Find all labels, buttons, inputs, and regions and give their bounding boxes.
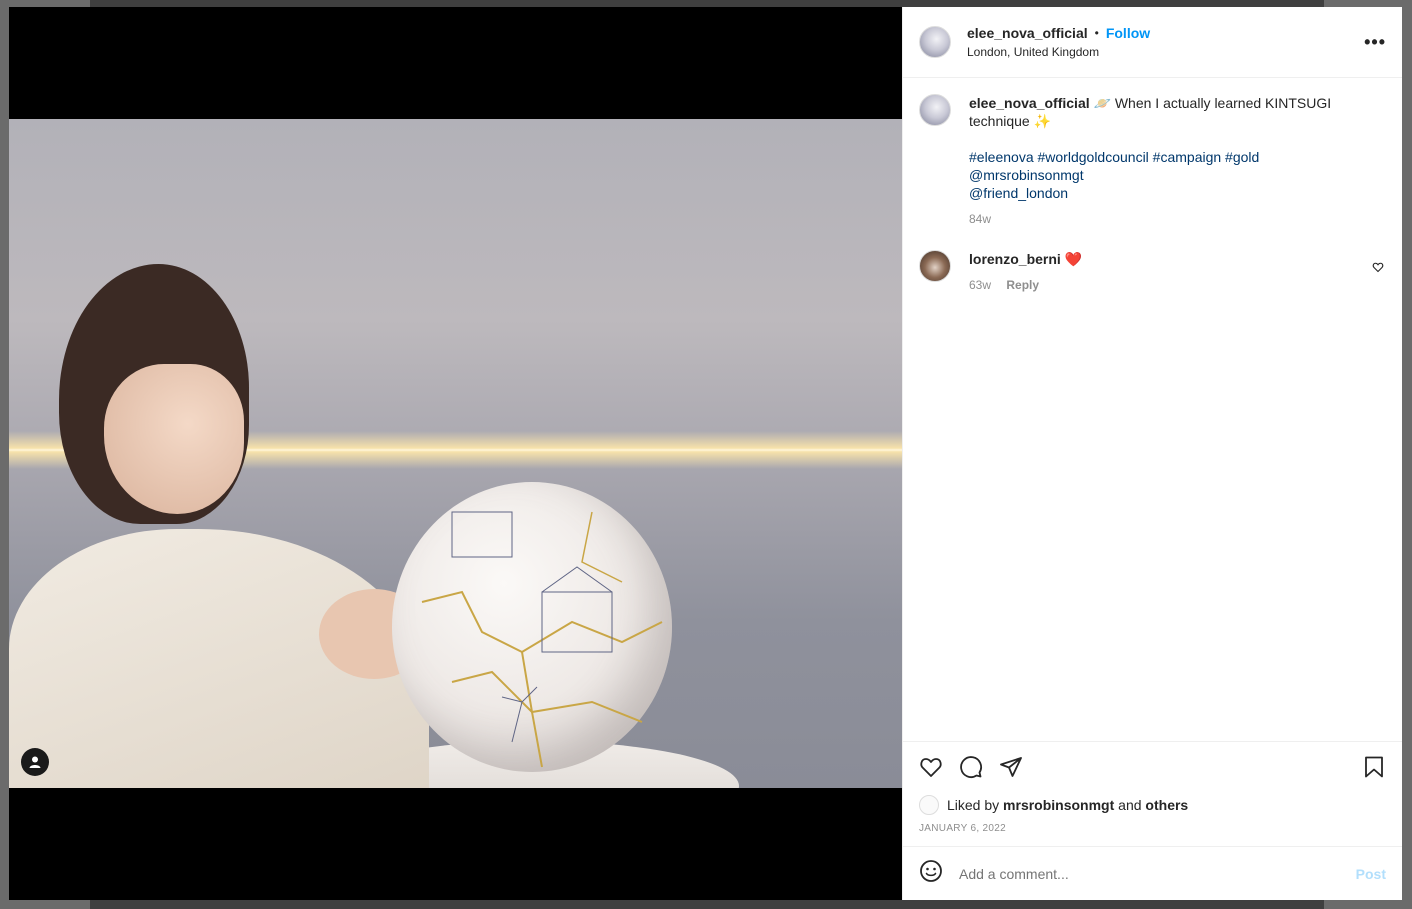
post-date[interactable]: JANUARY 6, 2022 (903, 815, 1402, 834)
backdrop-strip-top (90, 0, 1324, 7)
author-avatar[interactable] (919, 26, 951, 58)
user-tag-icon[interactable] (21, 748, 49, 776)
sparkles-emoji: ✨ (1033, 113, 1052, 129)
post-modal: elee_nova_official • Follow London, Unit… (9, 7, 1402, 900)
post-media[interactable] (9, 7, 902, 900)
caption-age[interactable]: 84w (969, 210, 1386, 228)
reply-button[interactable]: Reply (1006, 278, 1039, 292)
comment-username[interactable]: lorenzo_berni (969, 251, 1061, 267)
caption-mention-2[interactable]: @friend_london (969, 184, 1386, 202)
likes-prefix: Liked by (947, 797, 1000, 813)
more-options-icon[interactable]: ••• (1364, 32, 1386, 53)
caption-username[interactable]: elee_nova_official (969, 95, 1090, 111)
caption-row: elee_nova_official 🪐 When I actually lea… (919, 94, 1386, 228)
backdrop-strip-bottom (90, 900, 1324, 909)
action-bar (903, 741, 1402, 791)
caption-avatar[interactable] (919, 94, 951, 126)
post-header: elee_nova_official • Follow London, Unit… (903, 7, 1402, 78)
likes-and: and (1118, 797, 1142, 813)
likes-summary: Liked by mrsrobinsonmgt and others (903, 791, 1402, 815)
post-photo (9, 119, 902, 788)
liker-avatar[interactable] (919, 795, 939, 815)
author-username[interactable]: elee_nova_official (967, 25, 1088, 41)
header-separator: • (1094, 26, 1099, 40)
bookmark-icon[interactable] (1362, 755, 1386, 779)
post-comment-button[interactable]: Post (1356, 866, 1386, 882)
post-sidebar: elee_nova_official • Follow London, Unit… (902, 7, 1402, 900)
comment-like-icon[interactable] (1372, 260, 1386, 278)
comment-input[interactable] (959, 865, 1356, 882)
planet-emoji: 🪐 (1093, 95, 1111, 111)
liker-username[interactable]: mrsrobinsonmgt (1003, 797, 1114, 813)
follow-button[interactable]: Follow (1106, 25, 1150, 41)
comment-text: ❤️ (1064, 251, 1083, 267)
comment-icon[interactable] (959, 755, 983, 779)
caption-hashtags[interactable]: #eleenova #worldgoldcouncil #campaign #g… (969, 148, 1386, 166)
likes-others-link[interactable]: others (1145, 797, 1188, 813)
post-location[interactable]: London, United Kingdom (967, 45, 1364, 59)
comment-row: lorenzo_berni ❤️ 63w Reply (919, 250, 1386, 294)
caption-mention-1[interactable]: @mrsrobinsonmgt (969, 166, 1386, 184)
paper-plane-icon[interactable] (999, 755, 1023, 779)
add-comment-bar: Post (903, 846, 1402, 900)
photo-kintsugi-globe (392, 482, 672, 772)
comment-age[interactable]: 63w (969, 278, 991, 292)
smiley-icon[interactable] (919, 859, 943, 888)
commenter-avatar[interactable] (919, 250, 951, 282)
heart-icon[interactable] (919, 755, 943, 779)
comments-list[interactable]: elee_nova_official 🪐 When I actually lea… (903, 78, 1402, 741)
